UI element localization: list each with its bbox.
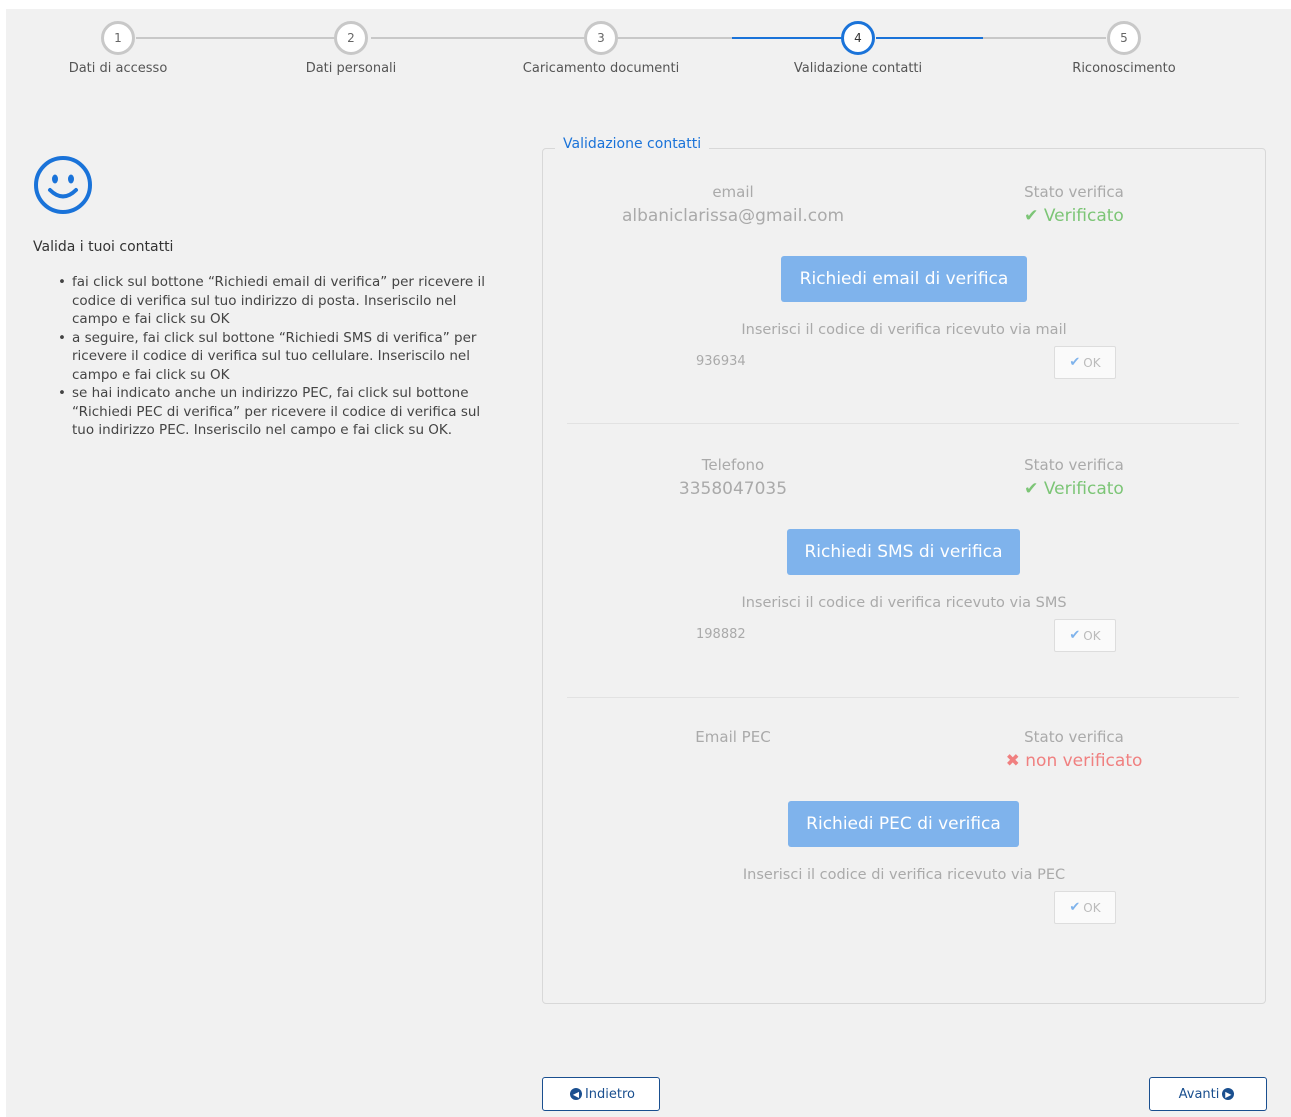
pec-code-input[interactable]	[696, 892, 1036, 920]
step-label: Validazione contatti	[793, 61, 923, 76]
cross-icon: ✖	[1005, 751, 1020, 771]
page: 1 Dati di accesso 2 Dati personali 3 Car…	[6, 9, 1291, 1117]
next-label: Avanti	[1178, 1086, 1220, 1102]
phone-code-hint: Inserisci il codice di verifica ricevuto…	[741, 595, 1067, 611]
step-label: Riconoscimento	[1072, 61, 1176, 76]
check-icon: ✔	[1024, 479, 1039, 499]
check-icon: ✔	[1069, 900, 1081, 915]
pec-section: Email PEC Stato verifica ✖ non verificat…	[542, 724, 1266, 964]
back-label: Indietro	[584, 1086, 636, 1102]
panel-legend: Validazione contatti	[555, 136, 710, 152]
email-label: email	[712, 183, 754, 201]
pec-status: ✖ non verificato	[924, 751, 1224, 771]
phone-status-text: Verificato	[1043, 479, 1124, 499]
check-icon: ✔	[1069, 355, 1081, 370]
phone-ok-button[interactable]: ✔ OK	[1054, 619, 1116, 652]
phone-section: Telefono 3358047035 Stato verifica ✔ Ver…	[542, 452, 1266, 692]
check-icon: ✔	[1024, 206, 1039, 226]
section-divider	[567, 423, 1239, 424]
step-label: Dati personali	[305, 61, 397, 76]
phone-label: Telefono	[701, 456, 765, 474]
ok-label: OK	[1083, 900, 1101, 915]
step-label: Dati di accesso	[68, 61, 168, 76]
email-code-input[interactable]	[696, 347, 1036, 375]
next-button[interactable]: Avanti ▶	[1149, 1077, 1267, 1111]
instruction-item: fai click sul bottone “Richiedi email di…	[58, 273, 498, 329]
email-code-hint: Inserisci il codice di verifica ricevuto…	[741, 322, 1067, 338]
phone-value: 3358047035	[678, 479, 788, 499]
email-status-text: Verificato	[1043, 206, 1124, 226]
arrow-left-circle-icon: ◀	[569, 1088, 582, 1100]
email-value: albaniclarissa@gmail.com	[621, 206, 845, 226]
email-status-label: Stato verifica	[1024, 183, 1124, 201]
pec-code-hint: Inserisci il codice di verifica ricevuto…	[742, 867, 1066, 883]
step-label: Caricamento documenti	[522, 61, 680, 76]
request-email-button[interactable]: Richiedi email di verifica	[781, 256, 1027, 302]
step-5[interactable]: 5 Riconoscimento	[1024, 21, 1224, 76]
step-4[interactable]: 4 Validazione contatti	[758, 21, 958, 76]
email-section: email albaniclarissa@gmail.com Stato ver…	[542, 179, 1266, 419]
smiley-icon	[34, 156, 92, 214]
step-number: 5	[1107, 21, 1141, 55]
phone-code-input[interactable]	[696, 620, 1036, 648]
phone-status: ✔ Verificato	[924, 479, 1224, 499]
ok-label: OK	[1083, 628, 1101, 643]
section-divider	[567, 697, 1239, 698]
phone-status-label: Stato verifica	[1024, 456, 1124, 474]
pec-status-text: non verificato	[1025, 751, 1143, 771]
step-number: 1	[101, 21, 135, 55]
pec-status-label: Stato verifica	[1024, 728, 1124, 746]
step-3[interactable]: 3 Caricamento documenti	[501, 21, 701, 76]
arrow-right-circle-icon: ▶	[1222, 1088, 1235, 1100]
back-button[interactable]: ◀ Indietro	[542, 1077, 660, 1111]
pec-ok-button[interactable]: ✔ OK	[1054, 891, 1116, 924]
request-pec-button[interactable]: Richiedi PEC di verifica	[788, 801, 1019, 847]
pec-label: Email PEC	[695, 728, 771, 746]
progress-stepper: 1 Dati di accesso 2 Dati personali 3 Car…	[6, 9, 1291, 99]
instructions-list: fai click sul bottone “Richiedi email di…	[58, 273, 498, 440]
instructions-title: Valida i tuoi contatti	[33, 239, 174, 255]
instruction-item: a seguire, fai click sul bottone “Richie…	[58, 329, 498, 385]
check-icon: ✔	[1069, 628, 1081, 643]
step-2[interactable]: 2 Dati personali	[251, 21, 451, 76]
step-number: 3	[584, 21, 618, 55]
ok-label: OK	[1083, 355, 1101, 370]
step-number: 4	[841, 21, 875, 55]
email-ok-button[interactable]: ✔ OK	[1054, 346, 1116, 379]
instruction-item: se hai indicato anche un indirizzo PEC, …	[58, 384, 498, 440]
step-1[interactable]: 1 Dati di accesso	[18, 21, 218, 76]
email-status: ✔ Verificato	[924, 206, 1224, 226]
step-number: 2	[334, 21, 368, 55]
request-sms-button[interactable]: Richiedi SMS di verifica	[787, 529, 1020, 575]
